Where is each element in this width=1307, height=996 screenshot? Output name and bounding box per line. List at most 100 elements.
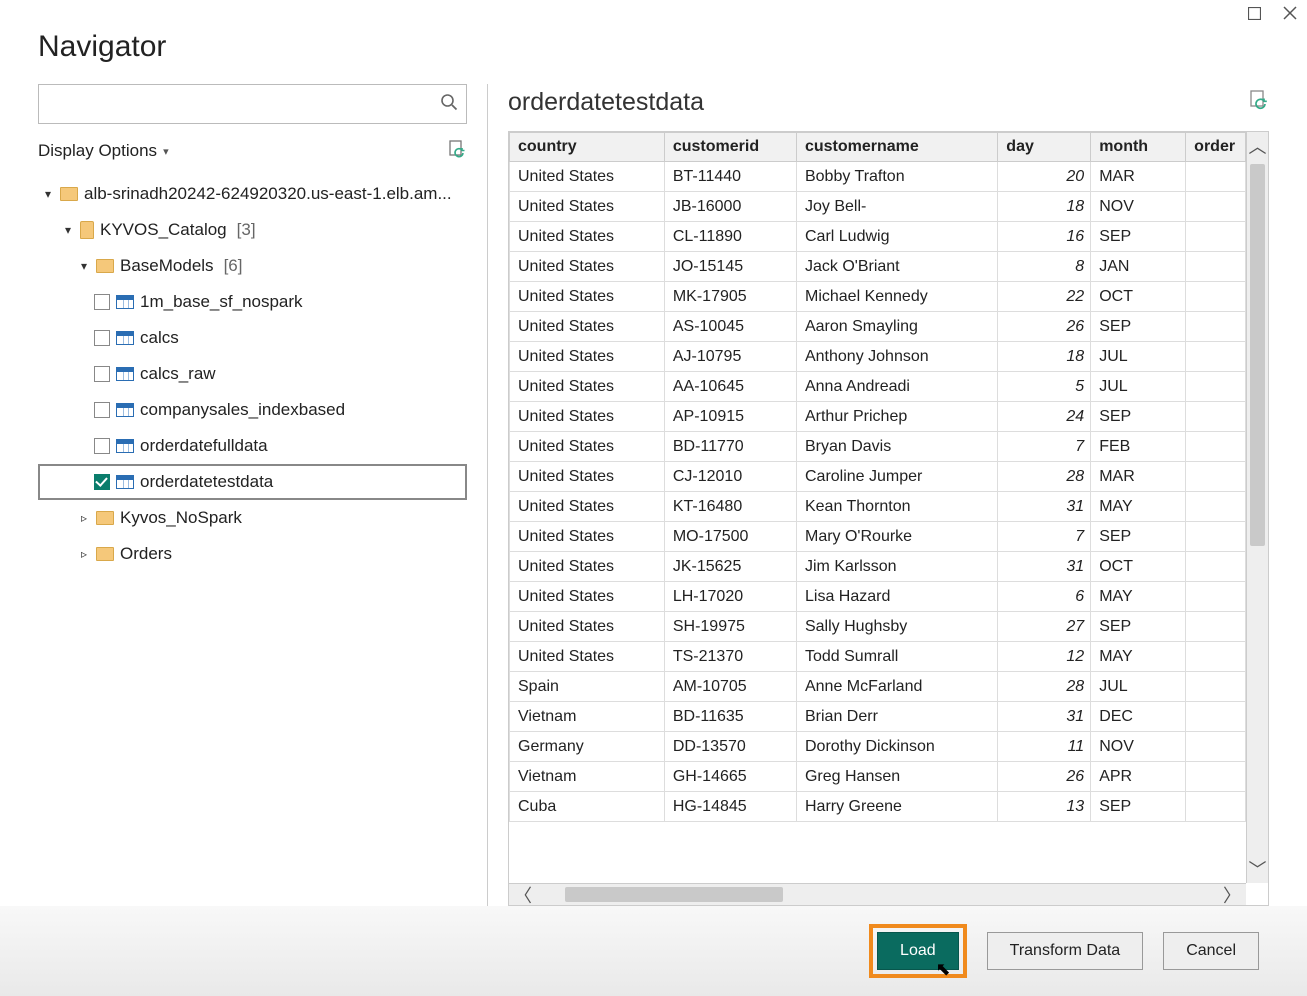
- column-header[interactable]: country: [510, 133, 665, 162]
- cell-customerid: BD-11635: [664, 702, 796, 732]
- checkbox[interactable]: [94, 438, 110, 454]
- checkbox[interactable]: [94, 330, 110, 346]
- tree-basemodels-node[interactable]: ▾ BaseModels [6]: [38, 248, 467, 284]
- cell-customerid: SH-19975: [664, 612, 796, 642]
- cancel-button[interactable]: Cancel: [1163, 932, 1259, 970]
- vertical-scrollbar[interactable]: ︿ ﹀: [1246, 132, 1268, 883]
- chevron-down-icon: ▾: [163, 145, 169, 158]
- cell-customername: Dorothy Dickinson: [796, 732, 997, 762]
- table-row[interactable]: United StatesSH-19975Sally Hughsby27SEP: [510, 612, 1246, 642]
- tree-nospark-node[interactable]: ▹ Kyvos_NoSpark: [38, 500, 467, 536]
- column-header[interactable]: customerid: [664, 133, 796, 162]
- table-row[interactable]: GermanyDD-13570Dorothy Dickinson11NOV: [510, 732, 1246, 762]
- checkbox-checked[interactable]: [94, 474, 110, 490]
- cell-order: [1186, 552, 1246, 582]
- load-button[interactable]: Load: [877, 932, 959, 970]
- checkbox[interactable]: [94, 366, 110, 382]
- cell-customerid: HG-14845: [664, 792, 796, 822]
- disclosure-icon[interactable]: ▾: [42, 187, 54, 201]
- cell-day: 18: [998, 342, 1091, 372]
- tree-orders-node[interactable]: ▹ Orders: [38, 536, 467, 572]
- tree-table-item[interactable]: orderdatefulldata: [38, 428, 467, 464]
- folder-icon: [96, 547, 114, 561]
- search-icon[interactable]: [440, 93, 458, 116]
- table-row[interactable]: VietnamBD-11635Brian Derr31DEC: [510, 702, 1246, 732]
- maximize-button[interactable]: [1247, 6, 1261, 20]
- table-row[interactable]: SpainAM-10705Anne McFarland28JUL: [510, 672, 1246, 702]
- disclosure-icon[interactable]: ▾: [62, 223, 74, 237]
- table-row[interactable]: VietnamGH-14665Greg Hansen26APR: [510, 762, 1246, 792]
- scroll-up-icon[interactable]: ︿: [1247, 132, 1268, 160]
- navigator-tree: ▾ alb-srinadh20242-624920320.us-east-1.e…: [38, 176, 467, 906]
- cell-customerid: LH-17020: [664, 582, 796, 612]
- tree-table-item[interactable]: calcs_raw: [38, 356, 467, 392]
- tree-table-item[interactable]: calcs: [38, 320, 467, 356]
- cell-order: [1186, 702, 1246, 732]
- scrollbar-track[interactable]: [537, 884, 1218, 905]
- scroll-down-icon[interactable]: ﹀: [1247, 855, 1268, 883]
- scrollbar-thumb[interactable]: [1250, 164, 1265, 546]
- table-row[interactable]: CubaHG-14845Harry Greene13SEP: [510, 792, 1246, 822]
- scrollbar-thumb[interactable]: [565, 887, 783, 902]
- table-row[interactable]: United StatesCJ-12010Caroline Jumper28MA…: [510, 462, 1246, 492]
- cell-day: 31: [998, 492, 1091, 522]
- column-header[interactable]: month: [1091, 133, 1186, 162]
- tree-table-item-selected[interactable]: orderdatetestdata: [38, 464, 467, 500]
- table-row[interactable]: United StatesAS-10045Aaron Smayling26SEP: [510, 312, 1246, 342]
- cell-customerid: AS-10045: [664, 312, 796, 342]
- search-input[interactable]: [47, 96, 440, 113]
- disclosure-icon[interactable]: ▹: [78, 547, 90, 561]
- tree-node-label: Orders: [120, 544, 172, 564]
- tree-root-node[interactable]: ▾ alb-srinadh20242-624920320.us-east-1.e…: [38, 176, 467, 212]
- scrollbar-track[interactable]: [1247, 160, 1268, 855]
- table-icon: [116, 475, 134, 489]
- display-options-dropdown[interactable]: Display Options ▾: [38, 141, 169, 161]
- disclosure-icon[interactable]: ▾: [78, 259, 90, 273]
- table-row[interactable]: United StatesJK-15625Jim Karlsson31OCT: [510, 552, 1246, 582]
- cell-customername: Kean Thornton: [796, 492, 997, 522]
- cell-day: 18: [998, 192, 1091, 222]
- cell-country: United States: [510, 612, 665, 642]
- table-row[interactable]: United StatesTS-21370Todd Sumrall12MAY: [510, 642, 1246, 672]
- table-row[interactable]: United StatesLH-17020Lisa Hazard6MAY: [510, 582, 1246, 612]
- table-row[interactable]: United StatesBD-11770Bryan Davis7FEB: [510, 432, 1246, 462]
- tree-catalog-node[interactable]: ▾ KYVOS_Catalog [3]: [38, 212, 467, 248]
- cell-order: [1186, 312, 1246, 342]
- column-header[interactable]: order: [1186, 133, 1246, 162]
- checkbox[interactable]: [94, 294, 110, 310]
- cell-day: 22: [998, 282, 1091, 312]
- close-button[interactable]: [1283, 6, 1297, 20]
- horizontal-scrollbar[interactable]: 〈 〉: [509, 883, 1246, 905]
- search-box[interactable]: [38, 84, 467, 124]
- table-row[interactable]: United StatesAA-10645Anna Andreadi5JUL: [510, 372, 1246, 402]
- table-row[interactable]: United StatesJO-15145Jack O'Briant8JAN: [510, 252, 1246, 282]
- column-header[interactable]: customername: [796, 133, 997, 162]
- checkbox[interactable]: [94, 402, 110, 418]
- table-icon: [116, 295, 134, 309]
- transform-data-button[interactable]: Transform Data: [987, 932, 1144, 970]
- preview-table: country customerid customername day mont…: [509, 132, 1246, 822]
- cell-customername: Caroline Jumper: [796, 462, 997, 492]
- scroll-right-icon[interactable]: 〉: [1218, 882, 1246, 907]
- cell-day: 11: [998, 732, 1091, 762]
- table-row[interactable]: United StatesBT-11440Bobby Trafton20MAR: [510, 162, 1246, 192]
- table-row[interactable]: United StatesJB-16000Joy Bell-18NOV: [510, 192, 1246, 222]
- table-row[interactable]: United StatesAP-10915Arthur Prichep24SEP: [510, 402, 1246, 432]
- cell-order: [1186, 402, 1246, 432]
- table-row[interactable]: United StatesMO-17500Mary O'Rourke7SEP: [510, 522, 1246, 552]
- tree-table-item[interactable]: 1m_base_sf_nospark: [38, 284, 467, 320]
- sheet-refresh-icon[interactable]: [1247, 89, 1269, 116]
- tree-table-item[interactable]: companysales_indexbased: [38, 392, 467, 428]
- scroll-left-icon[interactable]: 〈: [509, 882, 537, 907]
- table-row[interactable]: United StatesMK-17905Michael Kennedy22OC…: [510, 282, 1246, 312]
- cell-country: United States: [510, 582, 665, 612]
- tree-node-label: KYVOS_Catalog: [100, 220, 227, 240]
- column-header[interactable]: day: [998, 133, 1091, 162]
- table-row[interactable]: United StatesAJ-10795Anthony Johnson18JU…: [510, 342, 1246, 372]
- cell-customername: Jack O'Briant: [796, 252, 997, 282]
- table-row[interactable]: United StatesCL-11890Carl Ludwig16SEP: [510, 222, 1246, 252]
- dialog-footer: Load ⬉ Transform Data Cancel: [0, 906, 1307, 996]
- disclosure-icon[interactable]: ▹: [78, 511, 90, 525]
- refresh-icon[interactable]: [447, 139, 467, 164]
- table-row[interactable]: United StatesKT-16480Kean Thornton31MAY: [510, 492, 1246, 522]
